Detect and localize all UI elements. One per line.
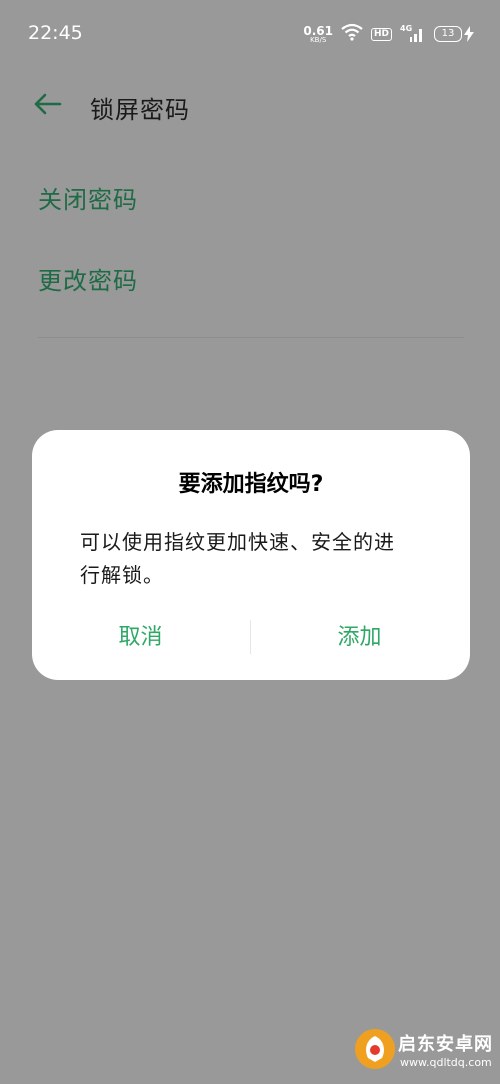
dialog-message: 可以使用指纹更加快速、安全的进 行解锁。 — [80, 526, 430, 592]
wifi-icon — [341, 23, 363, 45]
battery-level: 13 — [434, 26, 462, 42]
dialog-message-line-1: 可以使用指纹更加快速、安全的进 — [80, 530, 395, 554]
back-button[interactable] — [30, 86, 66, 122]
signal-icon: 4G — [400, 24, 426, 44]
fingerprint-dialog: 要添加指纹吗? 可以使用指纹更加快速、安全的进 行解锁。 取消 添加 — [32, 430, 470, 680]
add-fingerprint-button[interactable]: 添加 — [251, 618, 468, 658]
network-speed-unit: KB/S — [310, 35, 327, 44]
cancel-button[interactable]: 取消 — [32, 618, 249, 658]
status-time: 22:45 — [28, 22, 83, 44]
dialog-message-line-2: 行解锁。 — [80, 563, 164, 587]
menu-item-change-password[interactable]: 更改密码 — [38, 261, 138, 296]
network-speed: 0.61 KB/S — [303, 25, 333, 44]
status-icons: 0.61 KB/S HD 4G 13 — [303, 22, 474, 46]
watermark-name: 启东安卓网 — [398, 1034, 493, 1055]
watermark-logo-icon — [355, 1029, 395, 1069]
watermark: 启东安卓网 www.qdltdq.com — [354, 1024, 494, 1080]
hd-badge: HD — [370, 27, 392, 41]
back-arrow-icon — [34, 93, 62, 115]
charging-icon — [464, 26, 474, 42]
menu-item-disable-password[interactable]: 关闭密码 — [38, 180, 138, 215]
watermark-url: www.qdltdq.com — [400, 1056, 492, 1069]
status-bar: 22:45 0.61 KB/S HD 4G 13 — [0, 0, 500, 68]
app-bar: 锁屏密码 — [0, 80, 500, 132]
page-title: 锁屏密码 — [90, 96, 190, 124]
network-speed-value: 0.61 — [303, 23, 333, 38]
dialog-title: 要添加指纹吗? — [178, 472, 324, 497]
divider — [38, 337, 464, 338]
battery-icon: 13 — [434, 26, 474, 42]
